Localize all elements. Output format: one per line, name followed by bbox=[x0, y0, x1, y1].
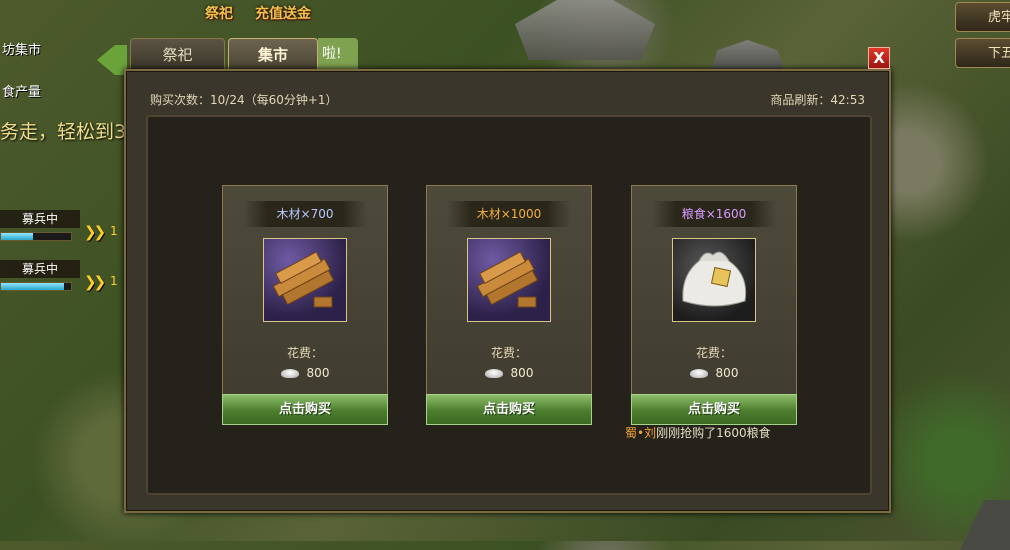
silver-ingot-icon bbox=[689, 369, 708, 378]
buy-count-text: 购买次数：10/24（每60分钟+1） bbox=[150, 93, 338, 107]
right-button-next[interactable]: 下五 bbox=[955, 38, 1010, 68]
price-value: 800 bbox=[715, 366, 739, 380]
recruit-progress-bar bbox=[0, 282, 72, 291]
recruit-progress-bar bbox=[0, 232, 72, 241]
left-highlight-text: 务走，轻松到30 bbox=[0, 121, 139, 143]
price-value: 800 bbox=[306, 366, 330, 380]
grain-sack-icon bbox=[672, 238, 756, 322]
news-message: 刚刚抢购了1600粮食 bbox=[656, 426, 771, 440]
recruit-count: 1 bbox=[110, 224, 118, 238]
right-button-hulao[interactable]: 虎牢 bbox=[955, 2, 1010, 32]
item-card: 粮食×1600 花费： 800 点击购买 bbox=[631, 185, 797, 425]
recruit-progress-fill bbox=[1, 233, 33, 240]
double-chevron-icon: ❯❯ bbox=[84, 223, 106, 241]
item-card: 木材×1000 花费： 800 点击购买 bbox=[426, 185, 592, 425]
wood-icon bbox=[263, 238, 347, 322]
top-menu-recharge[interactable]: 充值送金 bbox=[255, 3, 311, 23]
item-card: 木材×700 花费： 800 点击购买 bbox=[222, 185, 388, 425]
tab-behind[interactable]: 啦! bbox=[318, 38, 358, 70]
recruit-label: 募兵中 bbox=[0, 260, 80, 278]
market-dialog: 购买次数：10/24（每60分钟+1） 商品刷新：42:53 木材×700 花费… bbox=[124, 69, 891, 513]
double-chevron-icon: ❯❯ bbox=[84, 273, 106, 291]
item-title: 木材×700 bbox=[243, 201, 367, 227]
price-row: 800 bbox=[223, 366, 387, 380]
price-row: 800 bbox=[632, 366, 796, 380]
close-button[interactable]: X bbox=[868, 47, 890, 69]
buy-button[interactable]: 点击购买 bbox=[222, 394, 388, 425]
cost-label: 花费： bbox=[286, 346, 323, 360]
cost-label: 花费： bbox=[490, 346, 527, 360]
cost-label: 花费： bbox=[695, 346, 732, 360]
tab-market[interactable]: 集市 bbox=[228, 38, 318, 70]
top-menu: 祭祀 充值送金 bbox=[205, 0, 311, 26]
wood-icon bbox=[467, 238, 551, 322]
buy-button[interactable]: 点击购买 bbox=[426, 394, 592, 425]
purchase-news: 蜀•刘刚刚抢购了1600粮食 bbox=[625, 424, 771, 441]
price-value: 800 bbox=[510, 366, 534, 380]
item-title: 粮食×1600 bbox=[652, 201, 776, 227]
top-menu-sacrifice[interactable]: 祭祀 bbox=[205, 3, 233, 23]
news-player-name: 蜀•刘 bbox=[625, 426, 657, 440]
silver-ingot-icon bbox=[280, 369, 299, 378]
price-row: 800 bbox=[427, 366, 591, 380]
silver-ingot-icon bbox=[484, 369, 503, 378]
recruit-status-1[interactable]: 募兵中 ❯❯ 1 bbox=[0, 210, 125, 252]
corner-ornament bbox=[960, 500, 1010, 550]
left-row-production[interactable]: 食产量 bbox=[0, 82, 125, 104]
recruit-label: 募兵中 bbox=[0, 210, 80, 228]
tab-sacrifice[interactable]: 祭祀 bbox=[130, 38, 225, 70]
fortress-building[interactable] bbox=[515, 0, 655, 60]
recruit-progress-fill bbox=[1, 283, 64, 290]
buy-button[interactable]: 点击购买 bbox=[631, 394, 797, 425]
dialog-header: 购买次数：10/24（每60分钟+1） 商品刷新：42:53 bbox=[126, 71, 889, 111]
left-panel: 坊集市 食产量 bbox=[0, 40, 125, 104]
item-title: 木材×1000 bbox=[447, 201, 571, 227]
recruit-status-2[interactable]: 募兵中 ❯❯ 1 bbox=[0, 260, 125, 302]
recruit-count: 1 bbox=[110, 274, 118, 288]
refresh-timer: 商品刷新：42:53 bbox=[770, 93, 865, 107]
